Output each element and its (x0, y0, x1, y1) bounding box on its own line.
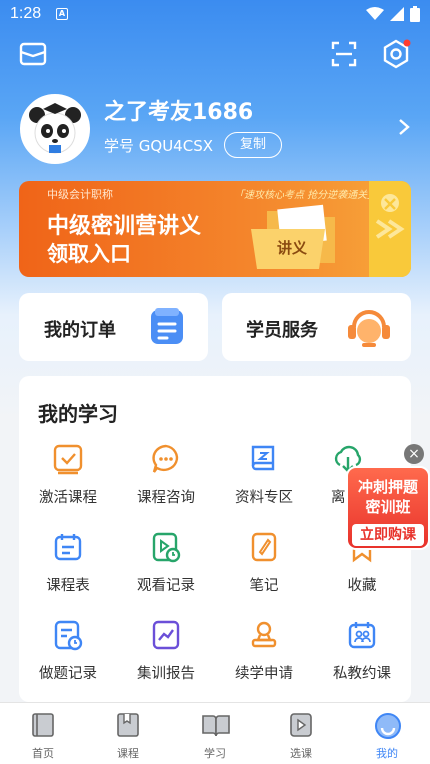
play-icon (287, 711, 315, 739)
private-tutor-item[interactable]: 私教约课 (313, 618, 411, 683)
banner-slogan: 「速攻核心考点 抢分逆袭通关」 (234, 190, 378, 201)
note-icon (247, 530, 281, 564)
student-service-card[interactable]: 学员服务 (222, 293, 411, 361)
bottom-nav: 首页 课程 学习 选课 我的 (0, 702, 430, 764)
banner-side-panel (369, 181, 411, 277)
renewal-request-item[interactable]: 续学申请 (215, 618, 313, 683)
my-orders-label: 我的订单 (44, 320, 116, 341)
course-book-icon (114, 711, 142, 739)
battery-icon (410, 6, 420, 22)
nav-label: 学习 (204, 747, 226, 760)
training-report-item[interactable]: 集训报告 (117, 618, 215, 683)
username: 之了考友1686 (104, 100, 254, 125)
nav-home[interactable]: 首页 (13, 711, 73, 761)
activate-course-item[interactable]: 激活课程 (19, 442, 117, 507)
promo-line2: 密训班 (365, 498, 411, 516)
wifi-icon (366, 7, 384, 20)
exercise-history-icon (51, 618, 85, 652)
materials-item[interactable]: 资料专区 (215, 442, 313, 507)
profile-icon (373, 711, 401, 739)
watch-history-item[interactable]: 观看记录 (117, 530, 215, 595)
close-icon[interactable]: × (404, 444, 424, 464)
item-label: 做题记录 (39, 666, 97, 682)
scan-icon[interactable] (328, 38, 360, 70)
signal-icon (390, 7, 404, 21)
floating-promo[interactable]: × 冲刺押题 密训班 立即购课 (346, 444, 430, 550)
item-label: 收藏 (347, 578, 377, 594)
copy-button[interactable]: 复制 (224, 132, 282, 158)
activate-icon (51, 442, 85, 476)
nav-courses[interactable]: 课程 (98, 711, 158, 761)
promo-banner[interactable]: 中级会计职称 「速攻核心考点 抢分逆袭通关」 中级密训营讲义 领取入口 讲义 (19, 181, 411, 277)
nav-label: 首页 (32, 747, 54, 760)
order-icon (149, 308, 185, 350)
my-orders-card[interactable]: 我的订单 (19, 293, 208, 361)
item-label: 笔记 (249, 578, 279, 594)
item-label: 私教约课 (333, 666, 391, 682)
status-bar: 1:28 A (0, 0, 430, 30)
student-service-label: 学员服务 (246, 320, 318, 341)
chat-icon (149, 442, 183, 476)
nav-label: 课程 (117, 747, 139, 760)
nav-label: 选课 (290, 747, 312, 760)
course-consult-item[interactable]: 课程咨询 (117, 442, 215, 507)
item-label: 课程表 (46, 578, 90, 594)
item-label: 课程咨询 (137, 490, 195, 506)
chevron-right-icon[interactable] (398, 117, 410, 141)
nav-label: 我的 (376, 747, 398, 760)
student-id: 学号 GQU4CSX (104, 137, 213, 155)
avatar[interactable] (20, 94, 90, 164)
buy-now-button[interactable]: 立即购课 (352, 524, 424, 546)
item-label: 续学申请 (235, 666, 293, 682)
schedule-icon (51, 530, 85, 564)
folder-label: 讲义 (277, 239, 308, 257)
item-label: 集训报告 (137, 666, 195, 682)
exercise-history-item[interactable]: 做题记录 (19, 618, 117, 683)
play-history-icon (149, 530, 183, 564)
notification-badge: A (56, 8, 68, 20)
folder-icon: 讲义 (247, 203, 341, 271)
nav-study[interactable]: 学习 (185, 711, 245, 761)
banner-tag: 中级会计职称 (47, 188, 113, 201)
report-icon (149, 618, 183, 652)
settings-icon[interactable] (380, 38, 412, 70)
promo-body[interactable]: 冲刺押题 密训班 立即购课 (346, 466, 430, 550)
banner-title: 中级密训营讲义 (47, 214, 202, 239)
tutor-icon (345, 618, 379, 652)
banner-subtitle: 领取入口 (47, 242, 131, 266)
open-book-icon (201, 711, 230, 739)
mail-icon[interactable] (17, 38, 49, 70)
my-learning-title: 我的学习 (38, 402, 118, 426)
stamp-icon (247, 618, 281, 652)
item-label: 观看记录 (137, 578, 195, 594)
promo-line1: 冲刺押题 (357, 478, 418, 496)
notes-item[interactable]: 笔记 (215, 530, 313, 595)
item-label: 资料专区 (235, 490, 293, 506)
system-icons (366, 6, 420, 22)
status-time: 1:28 (10, 5, 42, 22)
nav-mine[interactable]: 我的 (357, 711, 417, 761)
nav-select-course[interactable]: 选课 (271, 711, 331, 761)
headset-icon (346, 305, 392, 353)
schedule-item[interactable]: 课程表 (19, 530, 117, 595)
item-label: 激活课程 (39, 490, 97, 506)
home-icon (29, 711, 57, 739)
book-icon (247, 442, 281, 476)
